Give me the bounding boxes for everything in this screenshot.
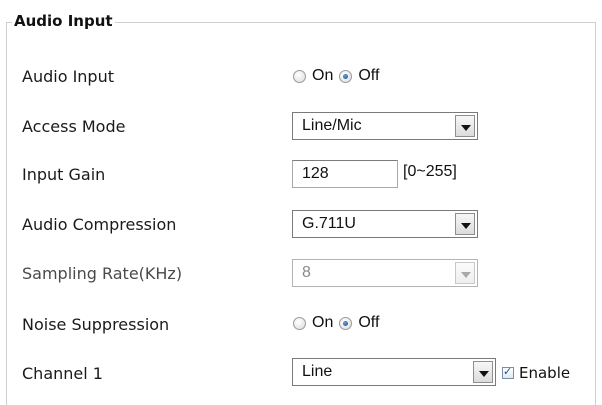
noise-suppression-radio-group: On Off [293,314,385,332]
channel-1-label: Channel 1 [22,364,103,383]
sampling-rate-select: 8 [292,259,478,287]
input-gain-range: [0~255] [403,163,457,180]
access-mode-label: Access Mode [22,117,126,136]
channel-1-enable: Enable [502,364,570,382]
input-gain-field[interactable]: 128 [292,160,398,188]
enable-checkbox[interactable] [502,365,514,379]
audio-compression-label: Audio Compression [22,215,177,234]
audio-input-off-radio[interactable] [339,69,353,83]
audio-input-on-radio[interactable] [293,69,306,83]
noise-suppression-on-radio[interactable] [293,316,306,330]
audio-input-label: Audio Input [22,67,114,86]
access-mode-select[interactable]: Line/Mic [292,112,478,140]
audio-compression-value: G.711U [302,215,356,232]
chevron-down-icon[interactable] [455,213,475,235]
audio-compression-select[interactable]: G.711U [292,210,478,238]
panel-title: Audio Input [12,12,115,30]
chevron-down-icon[interactable] [473,361,493,383]
sampling-rate-label: Sampling Rate(KHz) [22,264,183,283]
noise-suppression-label: Noise Suppression [22,315,170,334]
access-mode-value: Line/Mic [302,117,362,134]
audio-input-on-label: On [312,67,334,84]
chevron-down-icon [455,262,475,284]
input-gain-label: Input Gain [22,165,106,184]
audio-input-radio-group: On Off [293,67,385,85]
channel-1-value: Line [302,363,333,380]
noise-suppression-on-label: On [312,314,334,331]
noise-suppression-off-radio[interactable] [339,316,353,330]
sampling-rate-value: 8 [302,264,311,281]
noise-suppression-off-label: Off [358,314,380,331]
chevron-down-icon[interactable] [455,115,475,137]
enable-label: Enable [519,364,571,382]
audio-input-off-label: Off [358,67,380,84]
channel-1-select[interactable]: Line [292,358,496,386]
